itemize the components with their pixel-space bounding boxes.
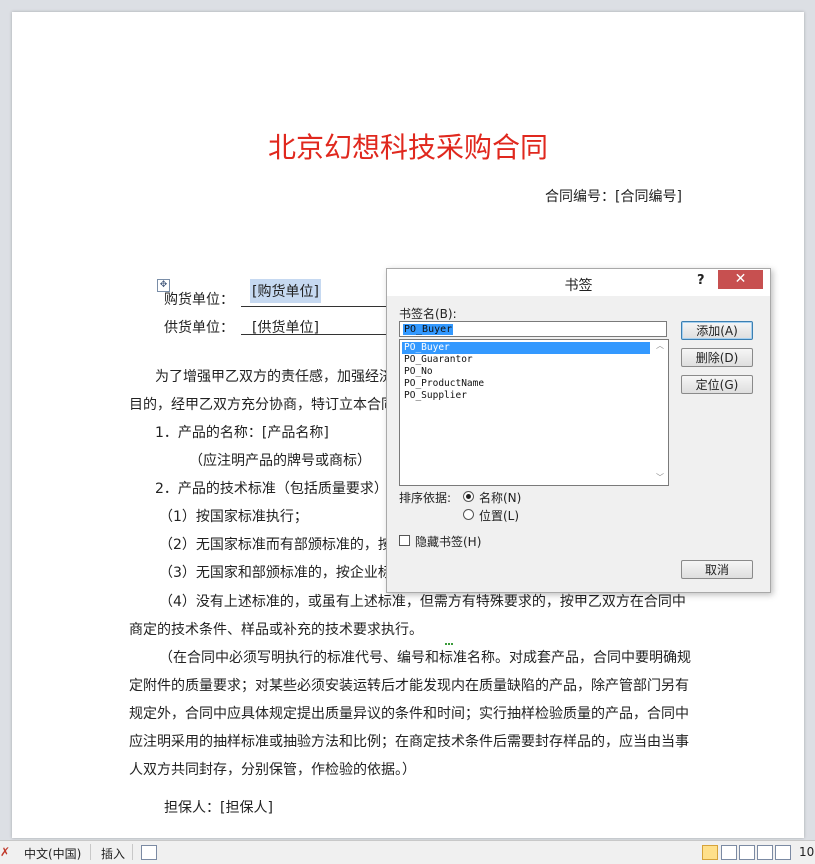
delete-button[interactable]: 删除(D) bbox=[681, 348, 753, 367]
outline-view-icon[interactable] bbox=[757, 845, 773, 860]
body-line: （1）按国家标准执行； bbox=[159, 509, 308, 525]
bookmark-name-input[interactable]: PO_Buyer bbox=[399, 321, 667, 337]
guarantor-line: 担保人：[担保人] bbox=[164, 800, 273, 816]
dialog-titlebar[interactable]: 书签 ? ✕ bbox=[387, 269, 770, 296]
dialog-title: 书签 bbox=[564, 278, 593, 294]
buyer-underline bbox=[241, 306, 391, 307]
status-separator bbox=[90, 844, 91, 860]
buyer-field[interactable]: [购货单位] bbox=[250, 279, 321, 303]
scroll-down-icon[interactable]: ﹀ bbox=[654, 473, 666, 483]
goto-button[interactable]: 定位(G) bbox=[681, 375, 753, 394]
hidden-bookmarks-label: 隐藏书签(H) bbox=[415, 535, 482, 549]
status-bar: ✗ 中文(中国) 插入 10 bbox=[0, 840, 815, 864]
body-line: 目的，经甲乙双方充分协商，特订立本合同 bbox=[129, 397, 395, 413]
scroll-up-icon[interactable]: ︿ bbox=[654, 341, 666, 351]
insert-mode-indicator[interactable]: 插入 bbox=[101, 845, 125, 862]
web-layout-icon[interactable] bbox=[739, 845, 755, 860]
list-item[interactable]: PO_Supplier bbox=[402, 390, 467, 402]
bookmark-name-label: 书签名(B): bbox=[399, 307, 457, 321]
contract-number: 合同编号：[合同编号] bbox=[545, 189, 682, 205]
cancel-button[interactable]: 取消 bbox=[681, 560, 753, 579]
sort-by-location-label: 位置(L) bbox=[479, 509, 520, 523]
help-button[interactable]: ? bbox=[697, 273, 705, 288]
sort-by-location-radio[interactable] bbox=[463, 509, 474, 520]
body-line: 2．产品的技术标准（包括质量要求） bbox=[155, 481, 388, 497]
bookmark-dialog[interactable]: 书签 ? ✕ 书签名(B): PO_Buyer PO_Buyer PO_Guar… bbox=[386, 268, 771, 593]
body-line: （3）无国家和部颁标准的，按企业标 bbox=[159, 565, 392, 581]
body-line: 定附件的质量要求；对某些必须安装运转后才能发现内在质量缺陷的产品，除产管部门另有 bbox=[129, 678, 689, 694]
add-button[interactable]: 添加(A) bbox=[681, 321, 753, 340]
bookmark-list[interactable]: PO_Buyer PO_Guarantor PO_No PO_ProductNa… bbox=[399, 339, 669, 486]
macro-record-icon[interactable] bbox=[141, 845, 157, 860]
sort-label: 排序依据: bbox=[399, 491, 452, 505]
list-item[interactable]: PO_No bbox=[402, 366, 433, 378]
body-line: （应注明产品的牌号或商标） bbox=[189, 453, 371, 469]
document-title: 北京幻想科技采购合同 bbox=[267, 131, 548, 164]
status-separator bbox=[132, 844, 133, 860]
list-item[interactable]: PO_ProductName bbox=[402, 378, 484, 390]
list-item[interactable]: PO_Buyer bbox=[402, 342, 650, 354]
print-layout-view-icon[interactable] bbox=[702, 845, 718, 860]
body-line: （4）没有上述标准的，或虽有上述标准，但需方有特殊要求的，按甲乙双方在合同中 bbox=[159, 594, 686, 610]
bookmark-name-value: PO_Buyer bbox=[403, 324, 454, 335]
list-item[interactable]: PO_Guarantor bbox=[402, 354, 473, 366]
spelling-mark bbox=[445, 640, 453, 645]
zoom-level[interactable]: 10 bbox=[799, 845, 814, 859]
body-line: 1．产品的名称：[产品名称] bbox=[155, 425, 329, 441]
full-screen-reading-icon[interactable] bbox=[721, 845, 737, 860]
body-line: （2）无国家标准而有部颁标准的，按 bbox=[159, 537, 392, 553]
proofing-error-icon[interactable]: ✗ bbox=[0, 845, 10, 859]
hidden-bookmarks-checkbox[interactable] bbox=[399, 535, 410, 546]
language-indicator[interactable]: 中文(中国) bbox=[24, 845, 81, 862]
sort-by-name-label: 名称(N) bbox=[479, 491, 522, 505]
close-button[interactable]: ✕ bbox=[718, 270, 763, 289]
buyer-label: 购货单位： bbox=[164, 292, 234, 308]
draft-view-icon[interactable] bbox=[775, 845, 791, 860]
body-line: 人双方共同封存，分别保管，作检验的依据。） bbox=[129, 762, 416, 778]
body-line: 商定的技术条件、样品或补充的技术要求执行。 bbox=[129, 622, 423, 638]
body-line: （在合同中必须写明执行的标准代号、编号和标准名称。对成套产品，合同中要明确规 bbox=[159, 650, 691, 666]
body-line: 为了增强甲乙双方的责任感，加强经济 bbox=[155, 369, 393, 385]
body-line: 应注明采用的抽样标准或抽验方法和比例；在商定技术条件后需要封存样品的，应当由当事 bbox=[129, 734, 689, 750]
sort-by-name-radio[interactable] bbox=[463, 491, 474, 502]
body-line: 规定外，合同中应具体规定提出质量异议的条件和时间；实行抽样检验质量的产品，合同中 bbox=[129, 706, 689, 722]
supplier-label: 供货单位： bbox=[164, 320, 234, 336]
supplier-underline bbox=[241, 334, 391, 335]
